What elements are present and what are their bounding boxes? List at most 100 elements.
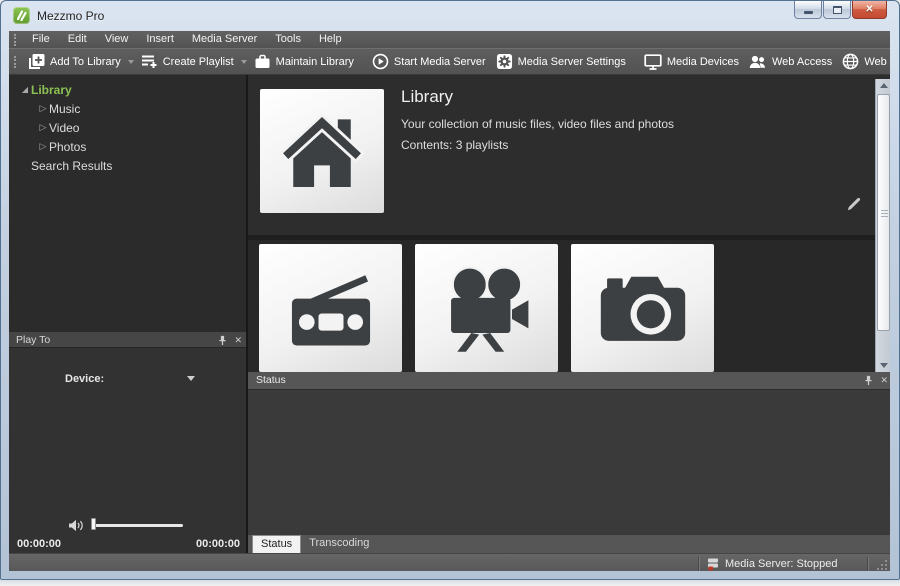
play-to-panel: Play To ✕ Device: [9, 332, 246, 553]
statusbar-separator [698, 557, 699, 571]
collapse-arrow-icon[interactable]: ▷ [37, 103, 49, 114]
maintain-library-button[interactable]: Maintain Library [249, 49, 359, 74]
expand-arrow-icon[interactable]: ◢ [19, 85, 31, 94]
window-title: Mezzmo Pro [37, 9, 104, 23]
time-elapsed: 00:00:00 [17, 538, 61, 550]
tab-status[interactable]: Status [252, 535, 301, 553]
toolbar: Add To Library Create Playlist Maintain … [9, 48, 890, 75]
monitor-icon [644, 54, 662, 70]
sidebar-item-video[interactable]: ▷ Video [9, 118, 246, 137]
pin-icon[interactable] [864, 375, 873, 386]
add-to-library-icon [28, 53, 45, 70]
web-access-button[interactable]: Web Access [744, 49, 837, 74]
maximize-icon [833, 6, 842, 14]
sidebar-item-photos[interactable]: ▷ Photos [9, 137, 246, 156]
menu-view[interactable]: View [96, 31, 138, 48]
create-playlist-dropdown-icon[interactable] [241, 60, 247, 64]
menubar-drag-handle[interactable] [14, 34, 16, 46]
menu-media-server[interactable]: Media Server [183, 31, 266, 48]
minimize-button[interactable] [794, 1, 822, 19]
arrow-up-icon [880, 83, 888, 88]
media-server-icon [706, 557, 720, 571]
scroll-up-button[interactable] [876, 79, 890, 92]
close-panel-icon[interactable]: ✕ [234, 336, 242, 345]
time-total: 00:00:00 [196, 538, 240, 550]
video-playlist-tile[interactable] [415, 244, 558, 372]
edit-pencil-icon[interactable] [845, 195, 863, 213]
titlebar[interactable]: Mezzmo Pro ✕ [1, 1, 899, 31]
menu-file[interactable]: File [23, 31, 59, 48]
desktop-background [0, 580, 900, 586]
media-server-settings-button[interactable]: Media Server Settings [491, 49, 631, 74]
play-to-body: Device: 00:00:00 00:00:00 [9, 348, 246, 552]
globe-icon [842, 53, 859, 70]
film-camera-icon [437, 258, 537, 358]
statusbar: Media Server: Stopped [9, 553, 890, 571]
volume-slider-track[interactable] [93, 524, 183, 527]
device-label: Device: [65, 373, 104, 385]
status-log-area [248, 389, 890, 535]
app-logo-icon [13, 7, 30, 24]
add-to-library-button[interactable]: Add To Library [23, 49, 126, 74]
close-panel-icon[interactable]: ✕ [880, 376, 888, 385]
main-content: Library Your collection of music files, … [248, 75, 890, 553]
playlist-tiles [248, 240, 890, 372]
photo-camera-icon [593, 258, 693, 358]
create-playlist-icon [141, 54, 158, 69]
toolbar-drag-handle[interactable] [14, 56, 16, 68]
media-server-status: Media Server: Stopped [706, 554, 838, 571]
library-contents: Contents: 3 playlists [401, 138, 508, 152]
sidebar: ◢ Library ▷ Music ▷ Video ▷ Photos Searc… [9, 75, 246, 553]
library-header: Library Your collection of music files, … [248, 75, 890, 235]
library-description: Your collection of music files, video fi… [401, 117, 674, 131]
volume-slider-thumb[interactable] [91, 518, 96, 530]
status-panel: Status ✕ Status Transcoding [248, 372, 890, 553]
minimize-icon [804, 11, 813, 14]
library-tree: ◢ Library ▷ Music ▷ Video ▷ Photos Searc… [9, 75, 246, 332]
app-window: File Edit View Insert Media Server Tools… [9, 31, 890, 571]
statusbar-separator [867, 557, 868, 571]
tab-transcoding[interactable]: Transcoding [301, 535, 377, 553]
briefcase-icon [254, 54, 271, 69]
menu-help[interactable]: Help [310, 31, 351, 48]
window-frame: Mezzmo Pro ✕ File Edit View Insert Media… [0, 0, 900, 580]
play-to-header: Play To ✕ [9, 332, 246, 348]
home-icon [276, 105, 368, 197]
status-panel-header: Status ✕ [248, 372, 890, 389]
speaker-icon [67, 519, 85, 532]
scrollbar-grip-icon [881, 210, 888, 211]
device-dropdown-icon[interactable] [187, 376, 195, 381]
page-title: Library [401, 87, 453, 107]
sidebar-item-search-results[interactable]: Search Results [9, 156, 246, 175]
collapse-arrow-icon[interactable]: ▷ [37, 141, 49, 152]
menu-edit[interactable]: Edit [59, 31, 96, 48]
radio-icon [281, 258, 381, 358]
menu-insert[interactable]: Insert [137, 31, 183, 48]
create-playlist-button[interactable]: Create Playlist [136, 49, 239, 74]
status-tabs: Status Transcoding [248, 535, 890, 553]
resize-grip[interactable] [885, 568, 887, 570]
library-home-tile [260, 89, 384, 213]
sidebar-item-music[interactable]: ▷ Music [9, 99, 246, 118]
scroll-down-button[interactable] [876, 359, 890, 372]
scrollbar-thumb[interactable] [877, 94, 890, 331]
close-icon: ✕ [865, 5, 873, 15]
vertical-scrollbar[interactable] [875, 79, 890, 372]
collapse-arrow-icon[interactable]: ▷ [37, 122, 49, 133]
pin-icon[interactable] [218, 335, 227, 346]
start-media-server-button[interactable]: Start Media Server [367, 49, 491, 74]
add-to-library-dropdown-icon[interactable] [128, 60, 134, 64]
menubar: File Edit View Insert Media Server Tools… [9, 31, 890, 48]
gear-icon [496, 53, 513, 70]
close-button[interactable]: ✕ [852, 1, 887, 19]
music-playlist-tile[interactable] [259, 244, 402, 372]
maximize-button[interactable] [823, 1, 851, 19]
users-icon [749, 55, 767, 69]
menu-tools[interactable]: Tools [266, 31, 310, 48]
photos-playlist-tile[interactable] [571, 244, 714, 372]
sidebar-item-library[interactable]: ◢ Library [9, 80, 246, 99]
arrow-down-icon [880, 363, 888, 368]
media-devices-button[interactable]: Media Devices [639, 49, 744, 74]
web-browser-button[interactable]: Web Browser [837, 49, 890, 74]
play-circle-icon [372, 53, 389, 70]
